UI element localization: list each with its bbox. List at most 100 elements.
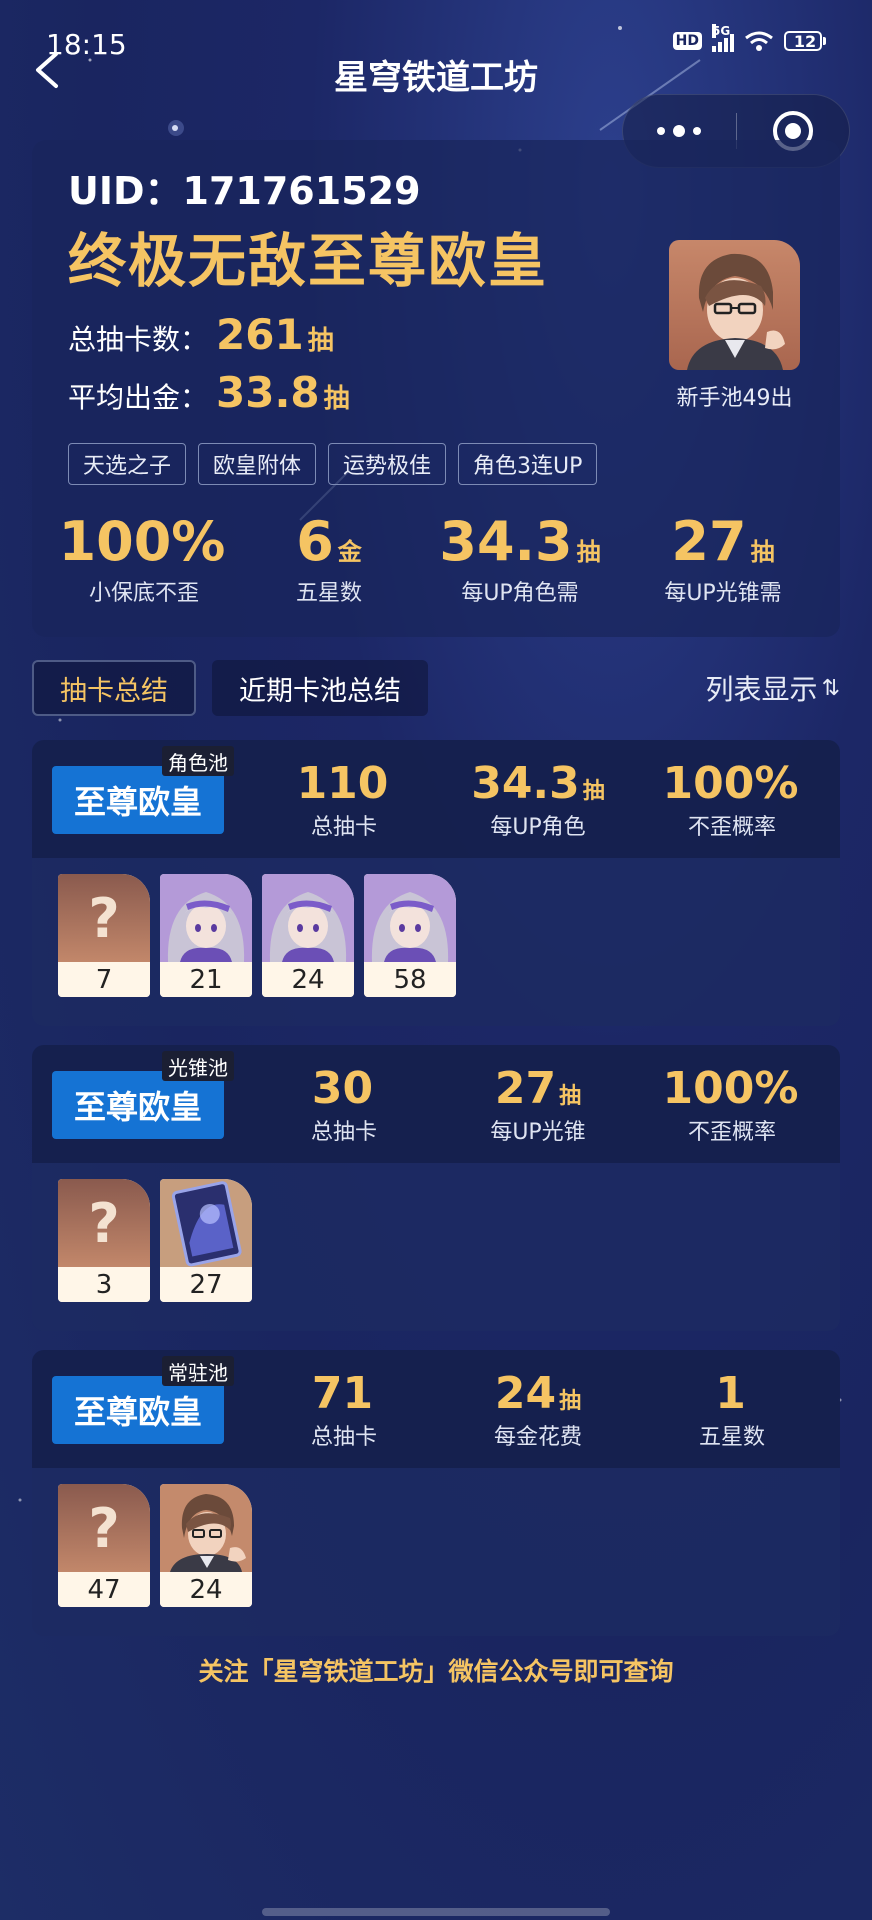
- pool-stat-label: 每金花费: [493, 1425, 582, 1450]
- avatar: [669, 240, 800, 370]
- tag: 运势极佳: [328, 443, 447, 485]
- pull-item[interactable]: ? 7: [58, 874, 150, 997]
- pull-count: 47: [58, 1572, 150, 1607]
- pull-item[interactable]: 58: [364, 874, 456, 997]
- tab-summary[interactable]: 抽卡总结: [32, 660, 196, 716]
- total-pulls-value: 261: [216, 310, 304, 359]
- stat-per-up-light-cone: 27 抽 每UP光锥需: [638, 510, 808, 607]
- stat-five-star-count: 6金 五星数: [256, 510, 402, 607]
- pool-rank-badge: 至尊欧皇: [52, 766, 224, 834]
- pull-item[interactable]: ? 47: [58, 1484, 150, 1607]
- pool-stat-label: 五星数: [698, 1425, 765, 1450]
- tag-list: 天选之子 欧皇附体 运势极佳 角色3连UP: [68, 443, 598, 485]
- pull-count: 27: [160, 1267, 252, 1302]
- pool-stat-value: 27: [494, 1063, 557, 1114]
- stat-unit: 抽: [750, 538, 775, 566]
- tab-recent-pools[interactable]: 近期卡池总结: [212, 660, 428, 716]
- status-icons: HD 5G 12: [672, 24, 826, 52]
- pull-count: 58: [364, 962, 456, 997]
- stat-value: 6: [296, 510, 334, 573]
- pool-stat-value: 100%: [662, 1063, 799, 1114]
- pool-stat-value: 24: [494, 1368, 557, 1419]
- stat-unit: 金: [337, 538, 362, 566]
- wifi-icon: [745, 31, 773, 51]
- pool-stat-label: 总抽卡: [310, 1120, 377, 1145]
- pull-item[interactable]: 21: [160, 874, 252, 997]
- pool-stat-label: 每UP光锥: [490, 1120, 586, 1145]
- stat-unit: 抽: [576, 538, 601, 566]
- signal-icon: 5G: [712, 24, 734, 52]
- pool-stat: 71 总抽卡: [244, 1368, 444, 1451]
- sort-icon: ⇅: [821, 675, 840, 701]
- tag: 天选之子: [68, 443, 187, 485]
- pull-item[interactable]: 27: [160, 1179, 252, 1302]
- light-cone-icon: [160, 1179, 252, 1267]
- pool-type-tag: 常驻池: [162, 1356, 234, 1386]
- avg-gold-unit: 抽: [323, 384, 350, 414]
- pool-stat: 24 抽 每金花费: [438, 1368, 638, 1451]
- pull-item[interactable]: 24: [262, 874, 354, 997]
- pull-item-list: ? 7 21 24 58: [58, 874, 456, 997]
- pull-count: 24: [160, 1572, 252, 1607]
- character-silver-hair-icon: [262, 874, 354, 962]
- avatar-caption: 新手池49出: [676, 386, 793, 411]
- pool-stat: 100% 不歪概率: [632, 758, 832, 841]
- uid-label: UID：: [68, 169, 183, 213]
- stat-label: 五星数: [295, 581, 362, 606]
- pool-stat-value: 34.3: [471, 758, 580, 809]
- character-glasses-icon: [160, 1484, 252, 1572]
- unknown-item-icon: ?: [58, 1179, 150, 1267]
- pool-header: 至尊欧皇 常驻池 71 总抽卡 24 抽 每金花费 1 五星数: [32, 1350, 840, 1468]
- pool-header: 至尊欧皇 角色池 110 总抽卡 34.3 抽 每UP角色 100% 不歪概率: [32, 740, 840, 858]
- total-pulls-unit: 抽: [307, 326, 334, 356]
- pull-item[interactable]: 24: [160, 1484, 252, 1607]
- footer-note: 关注「星穹铁道工坊」微信公众号即可查询: [198, 1657, 674, 1686]
- character-portrait-icon: [687, 253, 785, 370]
- stat-label: 每UP角色需: [461, 581, 579, 606]
- character-silver-hair-icon: [364, 874, 456, 962]
- hd-icon: HD: [672, 32, 702, 50]
- pool-stat: 34.3 抽 每UP角色: [438, 758, 638, 841]
- home-indicator: [262, 1908, 610, 1916]
- stat-label: 小保底不歪: [88, 581, 199, 606]
- pool-stat-value: 71: [311, 1368, 374, 1419]
- stat-guarantee: 100% 小保底不歪: [32, 510, 256, 607]
- pull-item-list: ? 3 27: [58, 1179, 252, 1302]
- pool-stat: 27 抽 每UP光锥: [438, 1063, 638, 1146]
- total-pulls-label: 总抽卡数：: [68, 323, 209, 356]
- overall-stats: 100% 小保底不歪 6金 五星数 34.3 抽 每UP角色需 27 抽 每UP光锥…: [32, 510, 840, 607]
- pool-stat-label: 不歪概率: [687, 815, 776, 840]
- pool-rank-badge: 至尊欧皇: [52, 1071, 224, 1139]
- pull-count: 21: [160, 962, 252, 997]
- pool-stat-unit: 抽: [582, 779, 605, 804]
- pool-type-tag: 光锥池: [162, 1051, 234, 1081]
- stat-value: 100%: [58, 510, 226, 573]
- list-display-label: 列表显示: [705, 673, 818, 706]
- pool-stat-unit: 抽: [559, 1084, 582, 1109]
- list-display-toggle[interactable]: 列表显示 ⇅: [706, 660, 840, 716]
- avg-gold-row: 平均出金： 33.8 抽: [68, 368, 350, 417]
- pool-stat-label: 每UP角色: [490, 815, 586, 840]
- avg-gold-value: 33.8: [216, 368, 320, 417]
- pool-stat: 30 总抽卡: [244, 1063, 444, 1146]
- pool-stat-value: 100%: [662, 758, 799, 809]
- pull-count: 24: [262, 962, 354, 997]
- pool-stat: 100% 不歪概率: [632, 1063, 832, 1146]
- pool-type-tag: 角色池: [162, 746, 234, 776]
- pull-item[interactable]: ? 3: [58, 1179, 150, 1302]
- pool-stat-label: 总抽卡: [310, 1425, 377, 1450]
- pool-stat-unit: 抽: [559, 1389, 582, 1414]
- pool-card-standard: 至尊欧皇 常驻池 71 总抽卡 24 抽 每金花费 1 五星数 ? 47 24: [32, 1350, 840, 1636]
- pool-stat: 1 五星数: [632, 1368, 832, 1451]
- pool-stat-value: 30: [311, 1063, 374, 1114]
- uid: UID：171761529: [68, 160, 421, 215]
- tab-bar: 抽卡总结 近期卡池总结 列表显示 ⇅: [32, 660, 840, 716]
- pool-card-character: 至尊欧皇 角色池 110 总抽卡 34.3 抽 每UP角色 100% 不歪概率 ?…: [32, 740, 840, 1026]
- pool-stat-label: 不歪概率: [687, 1120, 776, 1145]
- tag: 角色3连UP: [458, 443, 598, 485]
- pull-count: 7: [58, 962, 150, 997]
- pool-stat-label: 总抽卡: [310, 815, 377, 840]
- pool-header: 至尊欧皇 光锥池 30 总抽卡 27 抽 每UP光锥 100% 不歪概率: [32, 1045, 840, 1163]
- stat-label: 每UP光锥需: [664, 581, 782, 606]
- battery-icon: 12: [784, 31, 826, 51]
